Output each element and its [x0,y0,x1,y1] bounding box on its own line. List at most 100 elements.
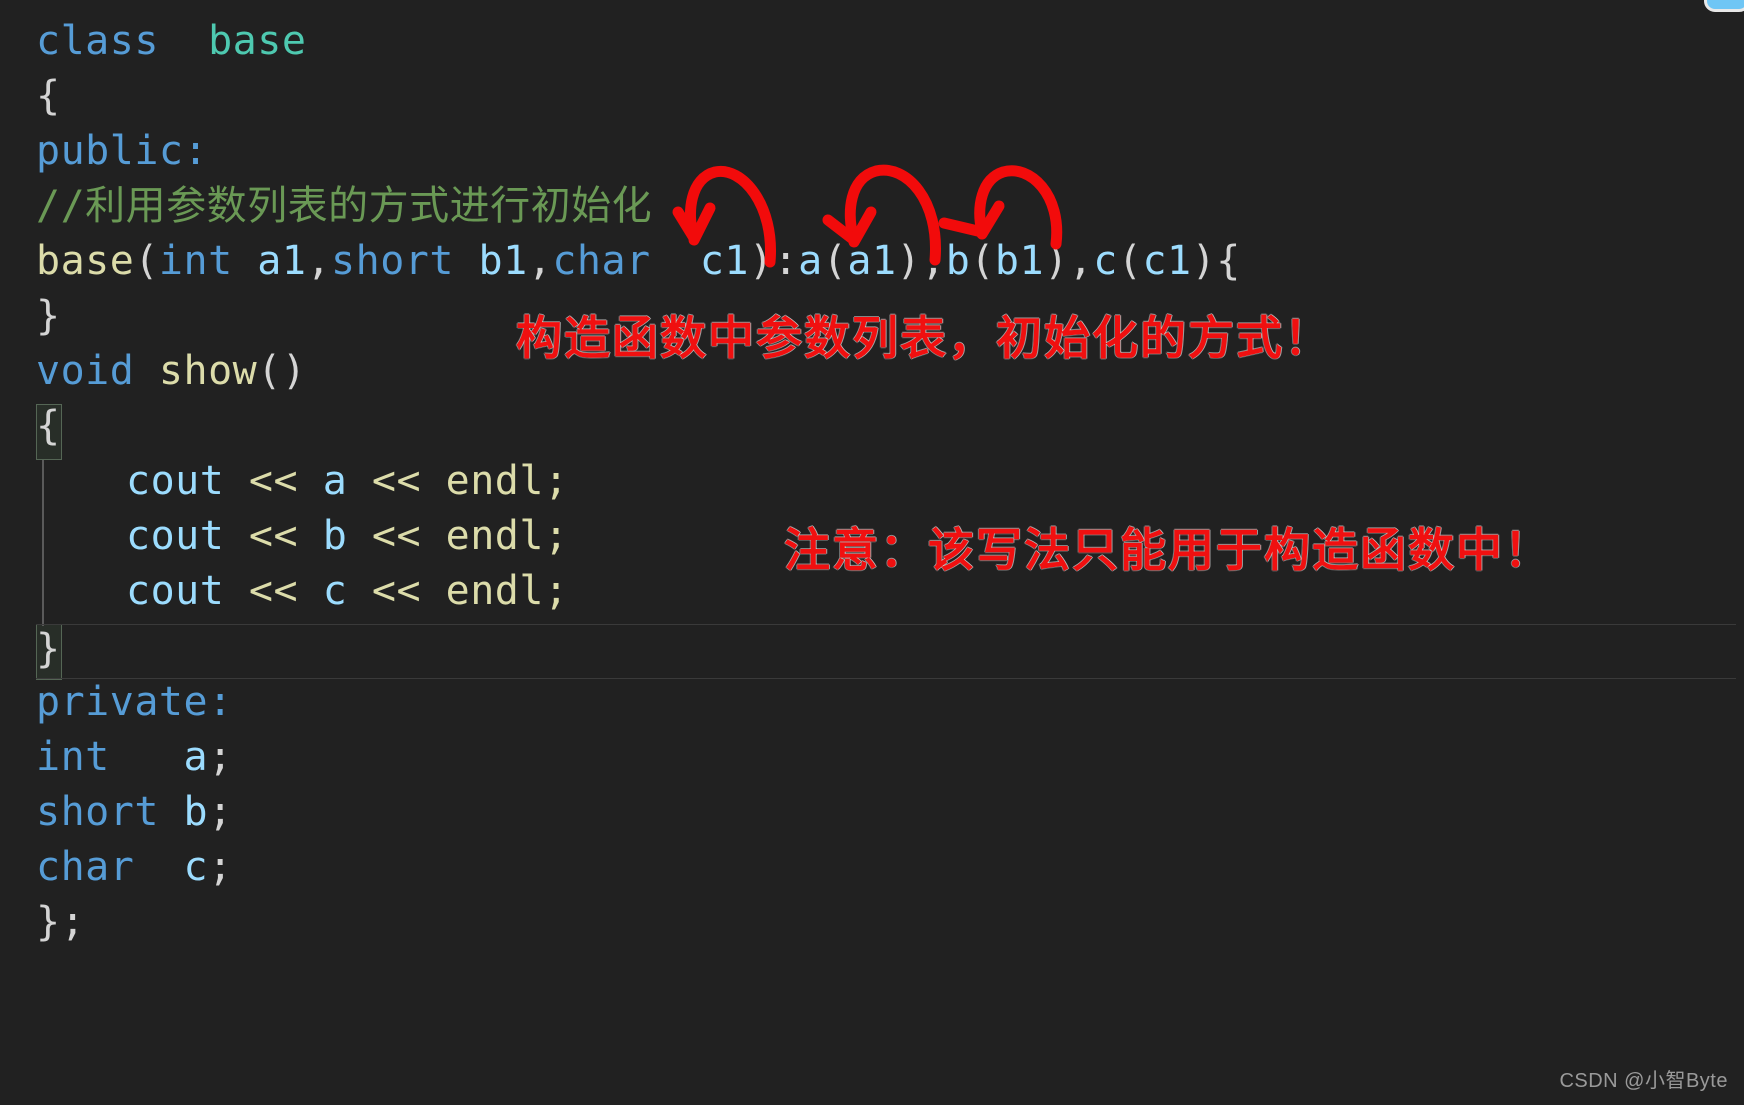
token-comma-3: , [921,238,946,284]
code-line-8[interactable]: { [36,399,61,454]
token-keyword-char-member: char [36,844,135,890]
code-line-7[interactable]: void show() [36,344,306,399]
token-cout-1: cout [126,458,225,504]
token-classname-base: base [208,18,307,64]
code-line-3[interactable]: public: [36,124,208,179]
token-semicolon-1: ; [543,458,569,504]
token-cout-3: cout [126,568,225,614]
scrollbar-thumb-artifact[interactable] [1704,0,1744,12]
token-member-b: b [183,789,209,835]
token-paren: ( [1117,238,1143,284]
token-brace-close-show: } [36,626,61,672]
token-member-a: a [183,734,209,780]
token-init-b: b [945,238,971,284]
code-line-16[interactable]: char c; [36,840,233,895]
token-endl-2: endl [445,513,544,559]
token-keyword-void: void [36,348,135,394]
token-var-a: a [322,458,348,504]
token-paren: ) [1191,238,1217,284]
watermark: CSDN @小智Byte [1559,1070,1728,1092]
token-id-c1: c1 [699,238,749,284]
token-init-arg-a1: a1 [847,238,897,284]
token-paren-open: ( [134,238,159,284]
token-op-insert-1: << [248,458,299,504]
code-line-13[interactable]: private: [36,675,233,730]
code-line-11[interactable]: cout << c << endl; [126,564,569,619]
token-keyword-int: int [158,238,233,284]
code-line-1[interactable]: class base [36,14,306,69]
token-keyword-int-member: int [36,734,110,780]
token-colon: : [773,238,799,284]
token-comma-1: , [306,238,332,284]
token-paren: ( [970,238,995,284]
token-op-insert-4: << [371,513,422,559]
token-paren: ) [896,238,922,284]
code-line-15[interactable]: short b; [36,785,233,840]
token-keyword-short: short [331,238,454,284]
token-keyword-char: char [552,238,651,284]
token-member-c: c [183,844,209,890]
token-semicolon-5: ; [208,789,233,835]
line-rule-top [36,624,1736,625]
token-id-a1: a1 [257,238,307,284]
token-comment: //利用参数列表的方式进行初始化 [36,183,653,229]
token-comma-2: , [527,238,553,284]
token-brace-close-ctor: } [36,293,61,339]
token-keyword-class: class [36,18,159,64]
token-fn-base: base [36,238,135,284]
token-keyword-short-member: short [36,789,159,835]
token-id-b1: b1 [478,238,528,284]
token-paren-close: ) [748,238,774,284]
token-semicolon-2: ; [543,513,569,559]
token-init-arg-b1: b1 [994,238,1045,284]
token-endl-1: endl [445,458,544,504]
code-line-6[interactable]: } [36,289,61,344]
indent-guide [42,460,44,626]
token-paren: ( [822,238,848,284]
token-comma-4: , [1068,238,1094,284]
code-line-2[interactable]: { [36,69,61,124]
token-op-insert-5: << [248,568,299,614]
token-var-c: c [322,568,348,614]
token-brace-open-ctor: { [1216,238,1241,284]
line-rule-bottom [36,678,1736,679]
code-line-12[interactable]: } [36,622,61,677]
code-editor[interactable]: class base { public: //利用参数列表的方式进行初始化 ba… [0,0,1744,1105]
token-brace-open-show: { [36,403,61,449]
token-semicolon-3: ; [543,568,569,614]
token-endl-3: endl [445,568,544,614]
code-line-4[interactable]: //利用参数列表的方式进行初始化 [36,179,652,234]
token-keyword-public: public: [36,128,209,174]
code-line-10[interactable]: cout << b << endl; [126,509,569,564]
code-line-5[interactable]: base(int a1,short b1,char c1):a(a1),b(b1… [36,234,1241,289]
token-keyword-private: private: [36,679,233,725]
code-line-14[interactable]: int a; [36,730,233,785]
token-init-a: a [798,238,823,284]
code-line-17[interactable]: }; [36,895,85,950]
screenshot-root: class base { public: //利用参数列表的方式进行初始化 ba… [0,0,1744,1105]
token-fn-show: show [158,348,258,394]
token-var-b: b [322,513,348,559]
code-line-9[interactable]: cout << a << endl; [126,454,569,509]
token-semicolon-4: ; [208,734,233,780]
token-brace-close-class: }; [36,899,86,945]
token-paren: ) [1044,238,1069,284]
